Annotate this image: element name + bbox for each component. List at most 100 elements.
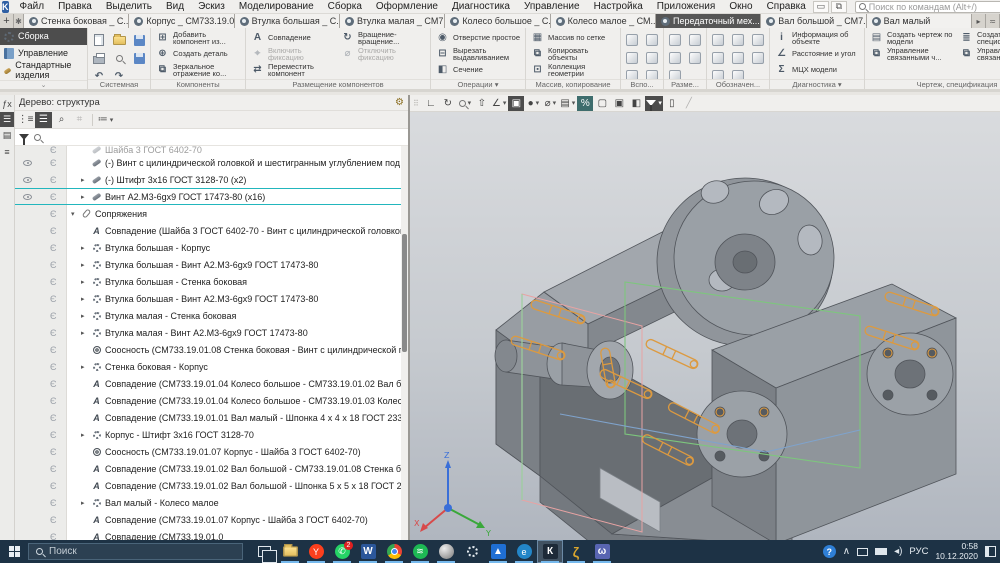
datum[interactable] [709,67,727,79]
dim-linear[interactable] [666,31,684,49]
menu-7[interactable]: Сборка [321,0,369,14]
undo[interactable]: ↶ [90,67,108,79]
fixation-icon[interactable]: Є [41,481,67,491]
document-tab[interactable]: Вал малый [867,14,972,28]
dim-angular[interactable] [666,49,684,67]
menu-9[interactable]: Диагностика [445,0,517,14]
fixation-icon[interactable]: Є [41,226,67,236]
view-arrow[interactable] [749,49,767,67]
photos-icon[interactable]: ▲ [485,540,511,563]
ribbon-button[interactable]: ⧉Копировать объекты [528,46,618,62]
tree-row[interactable]: Є▸Втулка малая - Винт А2.М3-6gх9 ГОСТ 17… [15,324,408,341]
expand-arrow-icon[interactable]: ▸ [81,499,90,507]
dim-auto[interactable] [686,49,704,67]
shading-icon[interactable]: ●▾ [525,96,541,111]
screenshot-icon[interactable]: ⧉ [831,1,847,13]
expand-arrow-icon[interactable]: ▸ [81,363,90,371]
ribbon-collapse-button[interactable]: ≂ [986,14,1000,28]
document-tab[interactable]: Колесо большое _ С... [445,14,550,28]
ribbon-button[interactable]: ⧉Управление связанными с... [957,46,1000,62]
aux-cs[interactable] [643,49,661,67]
tree-row[interactable]: Є▸Вал малый - Колесо малое [15,494,408,511]
document-tab[interactable]: Стенка боковая _ С... [24,14,129,28]
save-as[interactable] [130,49,148,67]
tree-row[interactable]: Є(-) Винт с цилиндрической головкой и ше… [15,154,408,171]
tree-by-structure-icon[interactable]: ⋮≡ [17,112,34,128]
fixation-icon[interactable]: Є [41,413,67,423]
fixation-icon[interactable]: Є [41,260,67,270]
battery-tray-icon[interactable] [875,548,887,555]
sketch-pencil-icon[interactable]: ╱ [681,96,697,111]
tree-row[interactable]: Є▸Стенка боковая - Корпус [15,358,408,375]
orbit-icon[interactable]: ↻ [440,96,456,111]
expand-arrow-icon[interactable]: ▸ [81,244,90,252]
tab-overflow-button[interactable]: ▸ [972,14,986,28]
media-player-icon[interactable] [433,540,459,563]
menu-13[interactable]: Окно [722,0,759,14]
fixation-icon[interactable]: Є [41,158,67,168]
document-tab[interactable]: Передаточный мех...× [656,14,761,28]
cs-corner-icon[interactable]: ∟ [423,96,439,111]
center-mark[interactable] [729,49,747,67]
ribbon-button[interactable]: ⧉Управление связанными ч... [867,46,957,62]
filter-funnel-icon[interactable] [19,134,29,140]
fixation-icon[interactable]: Є [41,192,67,202]
fx-icon[interactable]: ƒx [0,96,14,111]
fixation-icon[interactable]: Є [41,311,67,321]
new-doc[interactable] [90,31,108,49]
orient-up-icon[interactable]: ⇧ [474,96,490,111]
menu-11[interactable]: Настройка [587,0,650,14]
visibility-eye-icon[interactable] [23,177,32,183]
dim-radial[interactable] [666,67,684,79]
hide-objects-icon[interactable]: ⌀▾ [542,96,558,111]
volume-tray-icon[interactable]: ◂) [894,546,902,557]
workspace-icon[interactable]: ▯ [664,96,680,111]
menu-12[interactable]: Приложения [650,0,723,14]
dim-diametral[interactable] [686,31,704,49]
tree-display-options-icon[interactable]: ≔▾ [97,112,114,128]
thread-mark[interactable] [729,67,747,79]
menu-10[interactable]: Управление [517,0,587,14]
filter-icon[interactable]: ▾ [645,96,663,111]
fixation-icon[interactable]: Є [41,532,67,541]
fixation-icon[interactable]: Є [41,277,67,287]
layout-icon[interactable]: ▭ [813,1,829,13]
tree-scrollbar-thumb[interactable] [402,234,407,352]
spotify-icon[interactable]: ≋ [407,540,433,563]
roughness[interactable] [709,49,727,67]
tree-row[interactable]: Є▸Втулка большая - Винт А2.М3-6gх9 ГОСТ … [15,290,408,307]
fixation-icon[interactable]: Є [41,294,67,304]
expand-arrow-icon[interactable]: ▸ [81,295,90,303]
ribbon-button[interactable]: AСовпадение [248,30,338,46]
start-button[interactable] [0,540,28,563]
expand-arrow-icon[interactable]: ▸ [81,329,90,337]
fixation-icon[interactable]: Є [41,430,67,440]
model-canvas[interactable]: Z X Y [410,112,1000,540]
yandex-browser-icon[interactable]: Y [303,540,329,563]
tree-row[interactable]: Є▸Втулка малая - Стенка боковая [15,307,408,324]
tree-by-order-icon[interactable]: ☰ [35,112,52,128]
snapshot-icon[interactable]: ▤▾ [559,96,576,111]
tree-row[interactable]: ЄAСовпадение (СМ733.19.01.01 Вал малый -… [15,409,408,426]
tree-row[interactable]: Є▸(-) Штифт 3х16 ГОСТ 3128-70 (х2) [15,171,408,188]
expand-arrow-icon[interactable]: ▾ [71,210,80,218]
orient-angle-icon[interactable]: ∠▾ [491,96,507,111]
taskbar-clock[interactable]: 0:58 10.12.2020 [935,542,978,562]
note-leader[interactable] [709,31,727,49]
tree-search-icon[interactable] [34,134,41,141]
ribbon-button[interactable]: ◉Отверстие простое [433,30,523,46]
ribbon-button[interactable]: ⊕Создать деталь [153,46,243,62]
whatsapp-icon[interactable]: ✆2 [329,540,355,563]
new-tab-button[interactable]: + [0,14,14,28]
taskbar-search-input[interactable]: Поиск [28,543,243,560]
ribbon-button[interactable]: ◧Сечение [433,62,523,78]
fixation-icon[interactable]: Є [41,362,67,372]
expand-arrow-icon[interactable]: ▸ [81,312,90,320]
menu-1[interactable]: Файл [13,0,52,14]
ribbon-button[interactable]: ⇄Переместить компонент [248,62,338,78]
tree-row[interactable]: Є▸Втулка большая - Корпус [15,239,408,256]
fixation-icon[interactable]: Є [41,498,67,508]
ribbon-button[interactable]: ⊟Вырезать выдавливанием [433,46,523,62]
tree-row[interactable]: ЄAСовпадение (СМ733.19.01.04 Колесо боль… [15,375,408,392]
tree-row[interactable]: ЄAСовпадение (СМ733.19.01.02 Вал большой… [15,477,408,494]
